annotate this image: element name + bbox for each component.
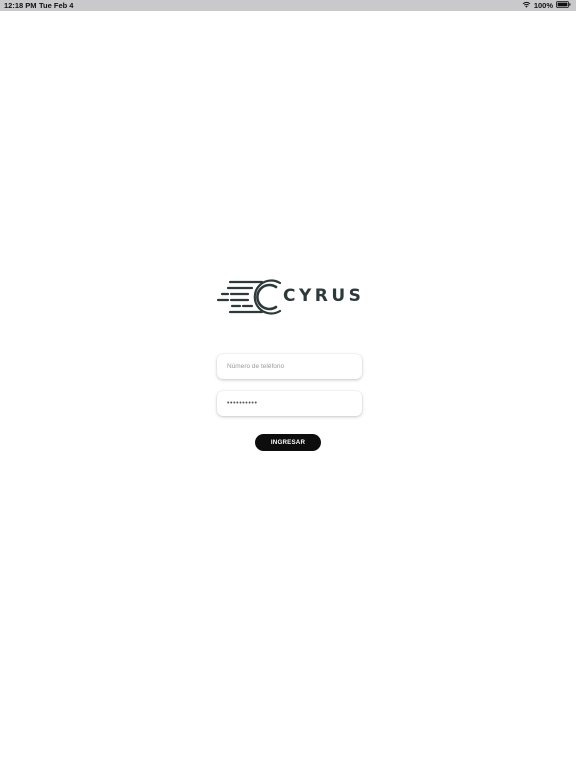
password-field[interactable] [217, 391, 362, 416]
logo-text: CYRUS [283, 286, 365, 306]
status-bar: 12:18 PM Tue Feb 4 100% [0, 0, 576, 11]
status-date: Tue Feb 4 [39, 1, 74, 10]
phone-input[interactable] [227, 363, 352, 370]
login-screen: 12:18 PM Tue Feb 4 100% CYRUS Número de … [0, 0, 576, 768]
login-button[interactable]: INGRESAR [255, 434, 321, 451]
phone-field[interactable] [217, 354, 362, 379]
cyrus-logo: CYRUS [216, 278, 362, 316]
battery-percent: 100% [533, 1, 553, 10]
wifi-icon [522, 1, 531, 10]
status-time: 12:18 PM [4, 1, 37, 10]
password-input[interactable] [227, 400, 352, 407]
status-indicators: 100% [522, 0, 571, 11]
speed-c-logo-icon [216, 279, 282, 315]
battery-icon [556, 1, 571, 10]
